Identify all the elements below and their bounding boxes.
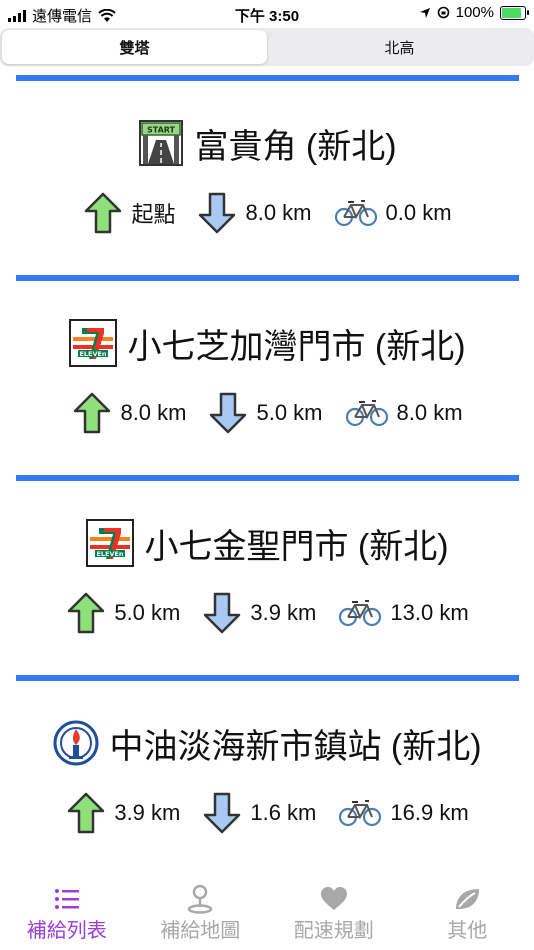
status-bar: 遠傳電信 下午 3:50 100% — [0, 0, 534, 28]
tab-others[interactable]: 其他 — [401, 880, 534, 950]
rotation-lock-icon — [437, 6, 449, 19]
tab-label: 配速規劃 — [293, 920, 374, 942]
bicycle-icon — [334, 200, 377, 227]
bicycle-icon — [339, 600, 382, 627]
bicycle-icon — [339, 800, 382, 827]
divider — [16, 75, 519, 81]
distance-up: 8.0 km — [120, 400, 187, 425]
list-item[interactable]: 中油淡海新市鎮站 (新北) 3.9 km 1.6 km 16.9 km — [16, 675, 519, 875]
location-arrow-icon — [419, 7, 430, 18]
tab-label: 其他 — [447, 920, 488, 942]
seven-eleven-icon: ELEVEn — [86, 519, 135, 567]
distance-up: 起點 — [131, 202, 176, 227]
list-item[interactable]: ELEVEn 小七芝加灣門市 (新北) 8.0 km 5.0 km 8.0 km — [16, 275, 519, 475]
tab-supply-map[interactable]: 補給地圖 — [134, 880, 268, 950]
segment-twin-towers[interactable]: 雙塔 — [2, 30, 267, 64]
heart-icon — [320, 884, 348, 914]
down-arrow-icon — [204, 792, 241, 834]
up-arrow-icon — [74, 392, 111, 434]
battery-icon — [500, 5, 529, 20]
segment-north-kaohsiung[interactable]: 北高 — [267, 30, 532, 64]
divider — [16, 275, 519, 281]
list-item[interactable]: START 富貴角 (新北) 起點 8.0 km 0.0 km — [16, 75, 519, 275]
stop-name: 中油淡海新市鎮站 (新北) — [109, 727, 482, 766]
bottom-tab-bar: 補給列表 補給地圖 配速規劃 其他 — [0, 880, 534, 950]
up-arrow-icon — [68, 792, 105, 834]
up-arrow-icon — [68, 592, 105, 634]
divider — [16, 475, 519, 481]
tab-label: 補給地圖 — [160, 920, 241, 942]
divider — [16, 675, 519, 681]
distance-down: 8.0 km — [245, 200, 312, 225]
seven-eleven-icon: ELEVEn — [69, 319, 118, 367]
tab-pace-planning[interactable]: 配速規劃 — [267, 880, 401, 950]
battery-percent: 100% — [455, 4, 494, 21]
down-arrow-icon — [210, 392, 247, 434]
stop-name: 富貴角 (新北) — [194, 127, 397, 166]
up-arrow-icon — [85, 192, 122, 234]
list-icon — [53, 884, 81, 914]
leaf-icon — [453, 884, 481, 914]
start-gate-icon: START — [138, 120, 184, 166]
distance-ride: 8.0 km — [396, 400, 463, 425]
stop-name: 小七金聖門市 (新北) — [144, 527, 449, 566]
down-arrow-icon — [199, 192, 236, 234]
map-pin-icon — [186, 884, 214, 914]
distance-up: 3.9 km — [114, 800, 181, 825]
supply-list: START 富貴角 (新北) 起點 8.0 km 0.0 km ELEVEn 小… — [16, 75, 519, 875]
distance-down: 1.6 km — [250, 800, 317, 825]
tab-label: 補給列表 — [26, 920, 107, 942]
distance-down: 3.9 km — [250, 600, 317, 625]
down-arrow-icon — [204, 592, 241, 634]
distance-down: 5.0 km — [256, 400, 323, 425]
svg-text:ELEVEn: ELEVEn — [80, 350, 107, 358]
svg-text:START: START — [147, 126, 176, 135]
tab-supply-list[interactable]: 補給列表 — [0, 880, 134, 950]
status-right: 100% — [419, 4, 529, 21]
route-segmented-control: 雙塔 北高 — [0, 28, 534, 66]
stop-name: 小七芝加灣門市 (新北) — [127, 327, 466, 366]
bicycle-icon — [345, 400, 388, 427]
cpc-logo-icon — [53, 720, 99, 766]
distance-ride: 16.9 km — [390, 800, 469, 825]
distance-ride: 0.0 km — [385, 200, 452, 225]
svg-text:ELEVEn: ELEVEn — [97, 550, 124, 558]
distance-ride: 13.0 km — [390, 600, 469, 625]
list-item[interactable]: ELEVEn 小七金聖門市 (新北) 5.0 km 3.9 km 13.0 km — [16, 475, 519, 675]
distance-up: 5.0 km — [114, 600, 181, 625]
